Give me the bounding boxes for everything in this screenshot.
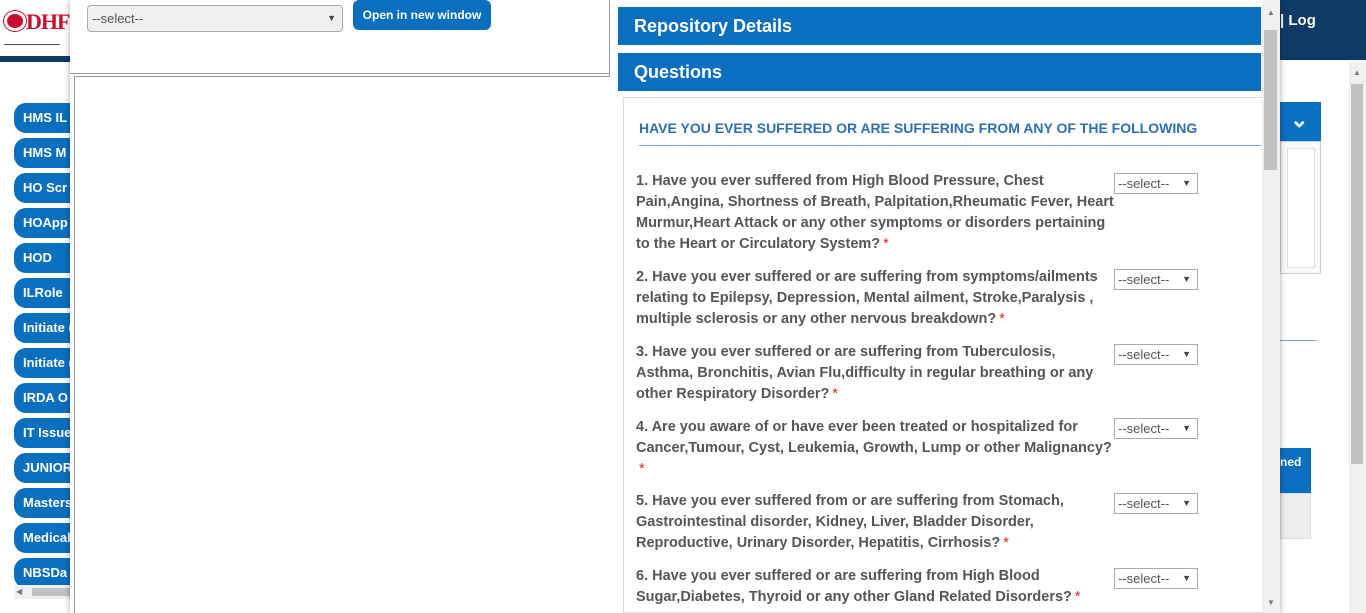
select-value: --select-- [1118, 496, 1170, 511]
logout-link[interactable]: | Log [1280, 12, 1316, 29]
scroll-down-icon[interactable]: ▼ [1267, 598, 1275, 607]
question-3-answer-select[interactable]: --select-- ▼ [1114, 344, 1198, 365]
question-text: 6. Have you ever suffered or are sufferi… [636, 568, 1072, 605]
document-modal: --select-- ▼ Open in new window Reposito… [70, 0, 1280, 613]
side-menu-item[interactable]: HOD [14, 243, 70, 273]
question-5: 5. Have you ever suffered from or are su… [636, 491, 1116, 554]
required-marker: * [883, 236, 889, 252]
required-marker: * [639, 461, 645, 477]
dropdown-caret-icon: ▼ [1182, 349, 1191, 359]
page-vertical-scrollbar[interactable]: ▲ [1349, 62, 1366, 613]
section-header-questions[interactable]: Questions [618, 53, 1261, 91]
question-6-answer-select[interactable]: --select-- ▼ [1114, 568, 1198, 589]
side-menu-item[interactable]: IT Issue [14, 418, 70, 448]
required-marker: * [1003, 535, 1009, 551]
question-text: 1. Have you ever suffered from High Bloo… [636, 173, 1114, 252]
side-menu-item[interactable]: Initiate ( [14, 348, 70, 378]
background-divider [1280, 340, 1317, 341]
scrollbar-thumb[interactable] [32, 588, 70, 596]
question-2: 2. Have you ever suffered or are sufferi… [636, 267, 1116, 330]
side-menu-item[interactable]: Initiate ( [14, 313, 70, 343]
side-menu-item[interactable]: ILRole [14, 278, 70, 308]
document-viewer-pane: --select-- ▼ Open in new window [70, 0, 610, 613]
question-text: 3. Have you ever suffered or are sufferi… [636, 344, 1094, 402]
side-menu: HMS IL HMS M HO Scr HOApp HOD ILRole Ini… [14, 103, 70, 593]
question-4-answer-select[interactable]: --select-- ▼ [1114, 418, 1198, 439]
section-header-repository[interactable]: Repository Details [618, 7, 1261, 45]
side-menu-horizontal-scrollbar[interactable]: ◀ [14, 585, 70, 599]
question-1: 1. Have you ever suffered from High Bloo… [636, 171, 1116, 255]
select-value: --select-- [1118, 421, 1170, 436]
question-5-answer-select[interactable]: --select-- ▼ [1114, 493, 1198, 514]
viewer-toolbar: --select-- ▼ Open in new window [70, 0, 610, 74]
side-menu-item[interactable]: Masters [14, 488, 70, 518]
company-logo: DHF [4, 9, 70, 34]
dropdown-caret-icon: ▼ [327, 13, 336, 23]
select-value: --select-- [1118, 176, 1170, 191]
details-pane: Repository Details Questions HAVE YOU EV… [610, 0, 1280, 613]
side-menu-item[interactable]: JUNIOR [14, 453, 70, 483]
dropdown-caret-icon: ▼ [1182, 498, 1191, 508]
question-2-answer-select[interactable]: --select-- ▼ [1114, 269, 1198, 290]
logo-text: DHF [26, 9, 70, 34]
required-marker: * [999, 311, 1005, 327]
logo-underline [4, 44, 60, 45]
scroll-left-icon[interactable]: ◀ [16, 587, 22, 596]
question-text: 4. Are you aware of or have ever been tr… [636, 419, 1112, 456]
select-value: --select-- [1118, 272, 1170, 287]
side-menu-item[interactable]: NBSDa [14, 558, 70, 588]
dropdown-caret-icon: ▼ [1182, 423, 1191, 433]
required-marker: * [832, 386, 839, 402]
scrollbar-thumb[interactable] [1264, 30, 1277, 170]
dropdown-caret-icon: ▼ [1182, 274, 1191, 284]
chevron-down-icon: ⌄ [1290, 107, 1309, 132]
select-value: --select-- [1118, 571, 1170, 586]
background-card-header: ned [1280, 448, 1311, 493]
dropdown-caret-icon: ▼ [1182, 178, 1191, 188]
document-select-value: --select-- [92, 11, 144, 26]
background-card-body [1280, 493, 1311, 539]
scroll-up-icon[interactable]: ▲ [1267, 8, 1275, 17]
side-menu-item[interactable]: HMS IL [14, 103, 70, 133]
modal-vertical-scrollbar[interactable]: ▲ ▼ [1262, 0, 1280, 613]
top-right-bar [1280, 0, 1366, 60]
scroll-up-icon[interactable]: ▲ [1353, 68, 1361, 77]
question-1-answer-select[interactable]: --select-- ▼ [1114, 173, 1198, 194]
header-accent-bar [0, 56, 70, 62]
open-new-window-button[interactable]: Open in new window [353, 0, 491, 30]
logo-mark-icon [4, 11, 26, 31]
question-text: 2. Have you ever suffered or are sufferi… [636, 269, 1098, 327]
question-text: 5. Have you ever suffered from or are su… [636, 493, 1064, 551]
background-textarea[interactable] [1287, 148, 1315, 268]
side-menu-item[interactable]: HMS M [14, 138, 70, 168]
select-value: --select-- [1118, 347, 1170, 362]
side-menu-item[interactable]: Medical [14, 523, 70, 553]
side-menu-item[interactable]: HOApp [14, 208, 70, 238]
scrollbar-thumb[interactable] [1351, 84, 1363, 464]
question-3: 3. Have you ever suffered or are sufferi… [636, 342, 1116, 405]
dropdown-caret-icon: ▼ [1182, 573, 1191, 583]
questions-panel: HAVE YOU EVER SUFFERED OR ARE SUFFERING … [623, 97, 1263, 613]
side-menu-item[interactable]: HO Scr [14, 173, 70, 203]
question-4: 4. Are you aware of or have ever been tr… [636, 417, 1116, 480]
questions-heading: HAVE YOU EVER SUFFERED OR ARE SUFFERING … [639, 120, 1261, 146]
question-6: 6. Have you ever suffered or are sufferi… [636, 566, 1116, 608]
required-marker: * [1074, 589, 1081, 605]
document-select[interactable]: --select-- ▼ [87, 5, 343, 32]
panel-collapse-button[interactable]: ⌄ [1278, 102, 1321, 141]
side-menu-item[interactable]: IRDA O [14, 383, 70, 413]
document-preview-frame[interactable] [74, 76, 610, 613]
